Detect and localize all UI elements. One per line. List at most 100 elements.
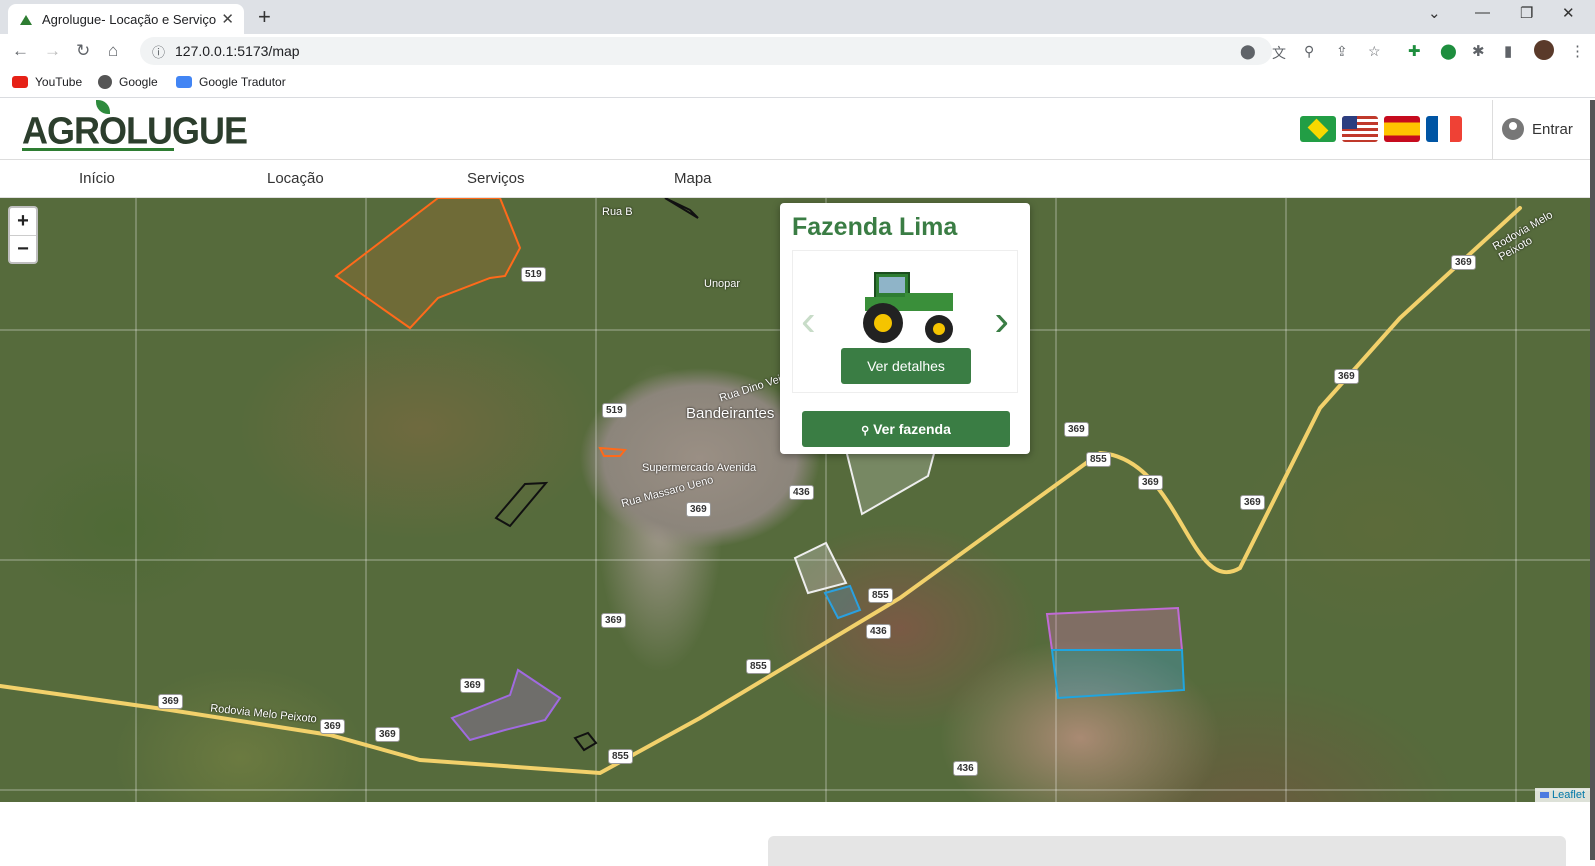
- zoom-control: + −: [8, 206, 38, 264]
- zoom-in-button[interactable]: +: [10, 208, 36, 235]
- farm-popup: Fazenda Lima ‹ › Ver detalhes ⚲ Ver faze…: [780, 203, 1030, 454]
- site-logo[interactable]: AGROLUGUE: [22, 109, 248, 153]
- close-tab-icon[interactable]: ✕: [221, 10, 234, 28]
- road-marker: 369: [1451, 255, 1476, 270]
- login-button[interactable]: Entrar: [1502, 118, 1573, 140]
- youtube-icon: [12, 76, 28, 88]
- search-icon: ⚲: [861, 425, 870, 437]
- farm-area-blue-large[interactable]: [1050, 649, 1186, 700]
- bookmark-google-tradutor[interactable]: Google Tradutor: [176, 75, 286, 89]
- forward-icon[interactable]: →: [44, 41, 61, 61]
- header-divider: [1492, 100, 1493, 159]
- agrolugue-favicon-icon: [18, 11, 34, 27]
- maps-extension-icon[interactable]: ⬤: [1440, 42, 1457, 60]
- road-marker: 855: [1086, 452, 1111, 467]
- road-marker: 855: [746, 659, 771, 674]
- road-marker: 369: [460, 678, 485, 693]
- language-selector: [1300, 116, 1462, 142]
- road-marker: 436: [953, 761, 978, 776]
- bookmark-google[interactable]: Google: [98, 75, 158, 89]
- road-marker: 369: [375, 727, 400, 742]
- minimize-icon[interactable]: —: [1475, 4, 1490, 21]
- view-farm-button[interactable]: ⚲ Ver fazenda: [802, 411, 1010, 447]
- carousel-next-icon[interactable]: ›: [994, 299, 1009, 343]
- farm-area-orange[interactable]: [334, 198, 522, 330]
- attribution-link[interactable]: Leaflet: [1552, 789, 1585, 801]
- back-icon[interactable]: ←: [12, 41, 29, 61]
- site-header: AGROLUGUE Entrar: [0, 100, 1595, 160]
- place-label-unopar: Unopar: [704, 278, 741, 290]
- side-panel-icon[interactable]: ▮: [1504, 42, 1512, 60]
- farm-area-white-1[interactable]: [844, 444, 938, 516]
- farm-area-pink[interactable]: [1045, 606, 1184, 651]
- browser-tabstrip: Agrolugue- Locação e Serviço ✕ + ⌄ — ❐ ✕: [0, 0, 1595, 34]
- extensions-puzzle-icon[interactable]: ✱: [1472, 42, 1485, 60]
- browser-tab[interactable]: Agrolugue- Locação e Serviço ✕: [8, 4, 244, 34]
- city-label: Bandeirantes: [686, 405, 775, 422]
- menu-dots-icon[interactable]: ⋮: [1570, 42, 1585, 60]
- equipment-carousel: ‹ › Ver detalhes: [792, 250, 1018, 393]
- road-marker: 369: [1334, 369, 1359, 384]
- farm-area-orange-small[interactable]: [598, 446, 628, 457]
- road-marker: 369: [320, 719, 345, 734]
- flag-spain-icon[interactable]: [1384, 116, 1420, 142]
- user-icon: [1502, 118, 1524, 140]
- logo-underline: [22, 148, 174, 151]
- farm-area-black[interactable]: [494, 481, 549, 528]
- nav-locacao[interactable]: Locação: [267, 170, 324, 187]
- profile-avatar[interactable]: [1534, 40, 1554, 60]
- extension-plus-icon[interactable]: ✚: [1408, 42, 1421, 60]
- google-translate-icon: [176, 76, 192, 88]
- new-tab-icon[interactable]: +: [258, 4, 271, 30]
- farm-area-blue-small[interactable]: [823, 584, 862, 620]
- carousel-prev-icon[interactable]: ‹: [801, 299, 816, 343]
- nav-servicos[interactable]: Serviços: [467, 170, 525, 187]
- flag-france-icon[interactable]: [1426, 116, 1462, 142]
- page-content-below-map: [0, 802, 1595, 866]
- zoom-icon[interactable]: ⚲: [1304, 43, 1314, 60]
- flag-brazil-icon[interactable]: [1300, 116, 1336, 142]
- place-label-market: Supermercado Avenida: [642, 462, 757, 474]
- map-attribution[interactable]: Leaflet: [1534, 788, 1590, 802]
- bookmark-youtube[interactable]: YouTube: [12, 75, 82, 89]
- road-marker: 519: [602, 403, 627, 418]
- zoom-out-button[interactable]: −: [10, 235, 36, 262]
- location-icon[interactable]: ⬤: [1240, 43, 1256, 60]
- page-scrollbar[interactable]: [1590, 100, 1595, 860]
- share-icon[interactable]: ⇪: [1336, 43, 1348, 60]
- bookmark-label: Google Tradutor: [199, 75, 286, 89]
- site-info-icon[interactable]: ⓘ: [152, 42, 165, 61]
- reload-icon[interactable]: ↻: [76, 41, 90, 61]
- browser-toolbar: ← → ↻ ⌂ ⓘ 127.0.0.1:5173/map ⬤ 文 ⚲ ⇪ ☆ ✚…: [0, 34, 1595, 68]
- road-marker: 519: [521, 267, 546, 282]
- farm-area-black-2[interactable]: [664, 198, 699, 219]
- road-marker: 369: [1240, 495, 1265, 510]
- bookmark-label: YouTube: [35, 75, 83, 89]
- farm-name: Fazenda Lima: [792, 213, 958, 241]
- content-card: [768, 836, 1566, 866]
- restore-icon[interactable]: ❐: [1520, 4, 1533, 22]
- tab-title: Agrolugue- Locação e Serviço: [42, 11, 217, 27]
- road-marker: 369: [1064, 422, 1089, 437]
- bookmark-label: Google: [119, 75, 158, 89]
- translate-icon[interactable]: 文: [1272, 43, 1286, 63]
- tab-search-icon[interactable]: ⌄: [1428, 4, 1441, 22]
- street-label: Rua B: [602, 206, 633, 218]
- farm-area-white-2[interactable]: [793, 541, 848, 595]
- main-nav: Início Locação Serviços Mapa: [0, 160, 1595, 198]
- nav-mapa[interactable]: Mapa: [674, 170, 712, 187]
- bookmark-star-icon[interactable]: ☆: [1368, 43, 1381, 60]
- view-farm-label: Ver fazenda: [873, 421, 951, 437]
- bookmarks-bar: YouTube Google Google Tradutor: [0, 68, 1595, 98]
- url-text: 127.0.0.1:5173/map: [175, 43, 300, 59]
- flag-usa-icon[interactable]: [1342, 116, 1378, 142]
- road-marker: 369: [1138, 475, 1163, 490]
- nav-inicio[interactable]: Início: [79, 170, 115, 187]
- home-icon[interactable]: ⌂: [108, 41, 118, 61]
- view-details-button[interactable]: Ver detalhes: [841, 348, 971, 384]
- farm-area-black-3[interactable]: [573, 731, 598, 752]
- road-marker: 369: [686, 502, 711, 517]
- close-window-icon[interactable]: ✕: [1562, 4, 1575, 22]
- road-marker: 855: [608, 749, 633, 764]
- address-bar[interactable]: ⓘ 127.0.0.1:5173/map: [140, 37, 1272, 65]
